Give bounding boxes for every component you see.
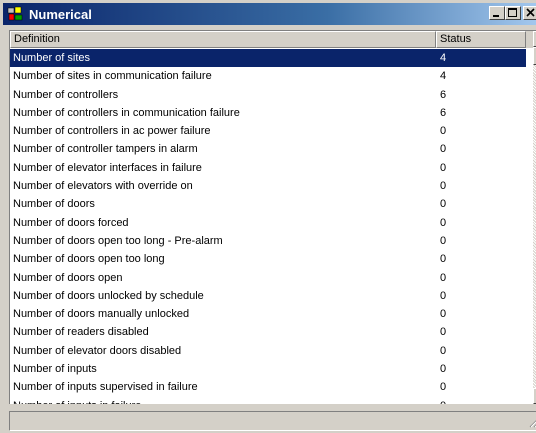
- list-header: Definition Status: [10, 31, 536, 48]
- title-buttons: [489, 6, 536, 20]
- table-row[interactable]: Number of doors open 0: [10, 269, 526, 287]
- table-row[interactable]: Number of elevator doors disabled 0: [10, 342, 526, 360]
- definition-cell: Number of sites in communication failure: [13, 70, 212, 83]
- status-bar: [9, 411, 536, 431]
- resize-grip-icon[interactable]: [527, 414, 536, 428]
- definition-cell: Number of doors unlocked by schedule: [13, 289, 204, 302]
- definition-cell: Number of controllers in ac power failur…: [13, 125, 211, 138]
- maximize-icon: [508, 8, 517, 17]
- table-row[interactable]: Number of doors open too long - Pre-alar…: [10, 232, 526, 250]
- close-icon: [526, 8, 535, 17]
- table-row[interactable]: Number of controllers in communication f…: [10, 104, 526, 122]
- definition-cell: Number of controllers: [13, 88, 119, 101]
- table-row[interactable]: Number of elevators with override on 0: [10, 177, 526, 195]
- table-row[interactable]: Number of doors 0: [10, 195, 526, 213]
- definition-cell: Number of readers disabled: [13, 326, 149, 339]
- definition-cell: Number of doors manually unlocked: [13, 308, 190, 321]
- close-button[interactable]: [523, 6, 536, 20]
- app-icon: [7, 6, 23, 22]
- definition-cell: Number of doors open too long: [13, 253, 165, 266]
- definition-cell: Number of doors open: [13, 271, 123, 284]
- column-header-status[interactable]: Status: [436, 31, 526, 48]
- definition-cell: Number of doors open too long - Pre-alar…: [13, 234, 223, 247]
- status-cell: 6: [440, 88, 447, 101]
- table-row[interactable]: Number of elevator interfaces in failure…: [10, 159, 526, 177]
- status-cell: 0: [440, 180, 447, 193]
- table-row[interactable]: Number of controllers in ac power failur…: [10, 122, 526, 140]
- title-bar[interactable]: Numerical: [3, 3, 536, 25]
- list-rows: Number of sites 4 Number of sites in commu…: [10, 49, 526, 404]
- table-row[interactable]: Number of doors unlocked by schedule 0: [10, 287, 526, 305]
- definition-cell: Number of elevator interfaces in failure: [13, 161, 202, 174]
- status-cell: 0: [440, 381, 447, 394]
- numerical-window: Numerical Definition Status Number of si…: [0, 0, 536, 433]
- status-cell: 6: [440, 106, 447, 119]
- table-row[interactable]: Number of readers disabled 0: [10, 323, 526, 341]
- table-row[interactable]: Number of inputs 0: [10, 360, 526, 378]
- status-cell: 0: [435, 397, 520, 404]
- table-row[interactable]: Number of sites 4: [10, 49, 526, 68]
- status-cell: 4: [440, 70, 447, 83]
- definition-cell: Number of inputs supervised in failure: [13, 381, 198, 394]
- status-cell: 0: [440, 344, 447, 357]
- definition-cell: Number of doors forced: [13, 216, 129, 229]
- status-cell: 0: [440, 271, 447, 284]
- definition-cell: Number of elevator doors disabled: [13, 344, 182, 357]
- table-row[interactable]: Number of controllers 6: [10, 86, 526, 104]
- definition-cell: Number of elevators with override on: [13, 180, 193, 193]
- table-row[interactable]: Number of controller tampers in alarm 0: [10, 140, 526, 158]
- maximize-button[interactable]: [505, 6, 521, 20]
- status-cell: 0: [440, 161, 447, 174]
- column-header-definition[interactable]: Definition: [10, 31, 436, 48]
- table-row[interactable]: Number of inputs in failure0: [10, 397, 526, 404]
- minimize-icon: [493, 15, 499, 17]
- status-cell: 0: [440, 198, 447, 211]
- table-row[interactable]: Number of doors manually unlocked 0: [10, 305, 526, 323]
- definition-cell: Number of inputs in failure: [10, 397, 435, 404]
- definition-cell: Number of controller tampers in alarm: [13, 143, 198, 156]
- table-row[interactable]: Number of inputs supervised in failure 0: [10, 378, 526, 396]
- status-cell: 0: [440, 216, 447, 229]
- table-row[interactable]: Number of sites in communication failure…: [10, 67, 526, 85]
- status-cell: 0: [440, 326, 447, 339]
- definition-cell: Number of controllers in communication f…: [13, 106, 240, 119]
- definition-cell: Number of sites: [13, 52, 91, 64]
- table-row[interactable]: Number of doors open too long 0: [10, 250, 526, 268]
- window-title: Numerical: [29, 6, 92, 22]
- status-cell: 0: [440, 143, 447, 156]
- definition-cell: Number of doors: [13, 198, 95, 211]
- definition-cell: Number of inputs: [13, 363, 97, 376]
- status-cell: 0: [440, 125, 447, 138]
- status-cell: 0: [440, 363, 447, 376]
- table-row[interactable]: Number of doors forced 0: [10, 214, 526, 232]
- status-cell: 0: [440, 308, 447, 321]
- minimize-button[interactable]: [489, 6, 505, 20]
- status-cell: 4: [440, 52, 447, 64]
- status-cell: 0: [440, 289, 447, 302]
- status-cell: 0: [440, 234, 447, 247]
- status-cell: 0: [440, 253, 447, 266]
- numerical-list[interactable]: Definition Status Number of sites 4 Number…: [9, 30, 536, 404]
